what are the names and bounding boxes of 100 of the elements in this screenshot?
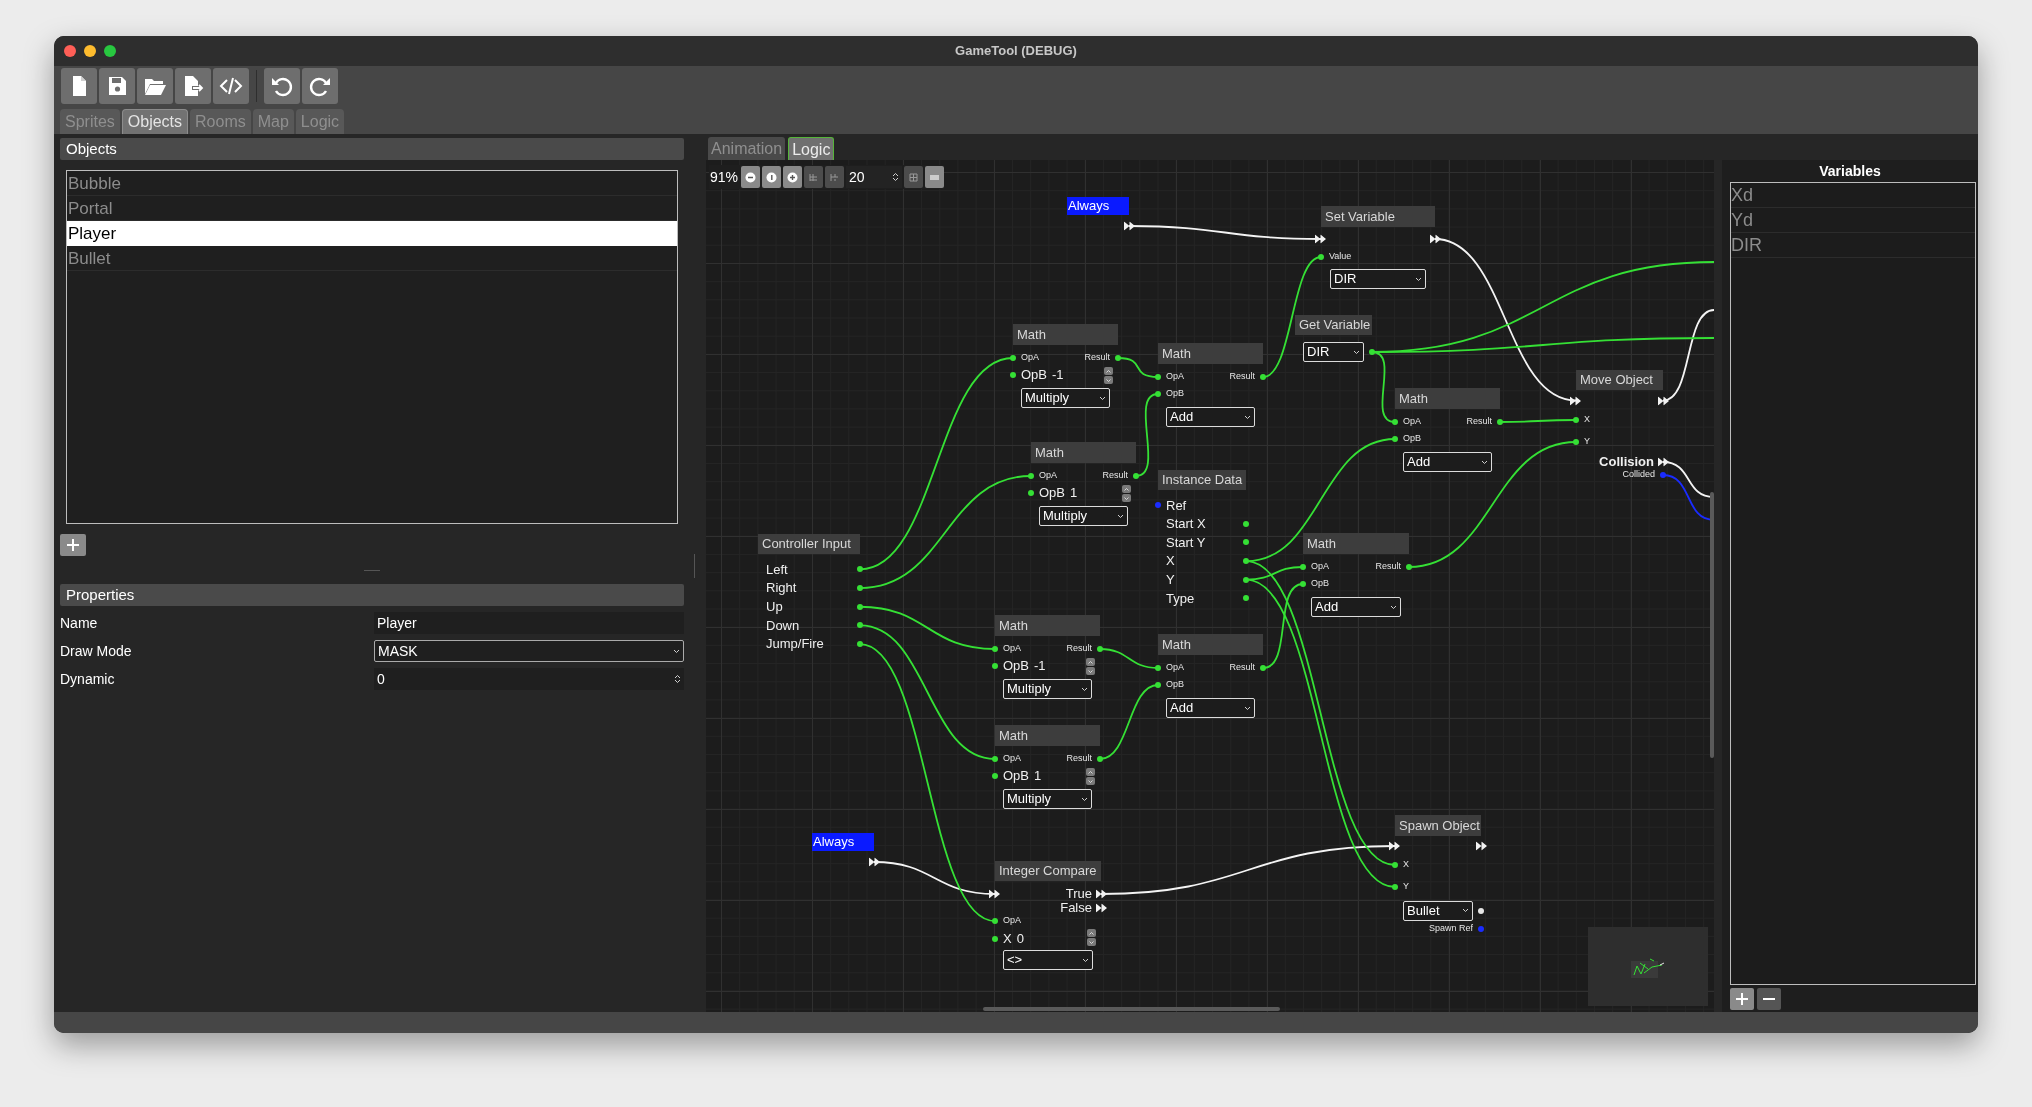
grid-button[interactable] bbox=[904, 166, 924, 188]
zoom-out-icon bbox=[745, 171, 757, 183]
exec-port-icon bbox=[869, 857, 880, 867]
plus-icon bbox=[66, 538, 80, 552]
dropdown[interactable]: Add bbox=[1311, 597, 1401, 617]
minimize-button[interactable] bbox=[84, 45, 96, 57]
exec-port-icon bbox=[1658, 396, 1669, 405]
stepper-down-button[interactable] bbox=[1086, 667, 1095, 675]
port-label: Result bbox=[1229, 661, 1255, 675]
snap-button[interactable] bbox=[825, 166, 845, 188]
node-graph-canvas[interactable] bbox=[706, 160, 1714, 1012]
grid-size-field[interactable]: 20 bbox=[846, 166, 903, 188]
list-item[interactable]: Xd bbox=[1731, 183, 1975, 208]
vertical-scrollbar[interactable] bbox=[1710, 492, 1714, 758]
maximize-button[interactable] bbox=[104, 45, 116, 57]
port-label: Result bbox=[1066, 642, 1092, 656]
node-title: Math bbox=[1031, 442, 1136, 463]
stepper-down-button[interactable] bbox=[1087, 938, 1096, 946]
port-label: Value bbox=[1329, 250, 1352, 264]
chevron-up-icon bbox=[1088, 770, 1093, 774]
dropdown[interactable]: <> bbox=[1003, 950, 1093, 970]
dropdown[interactable]: Multiply bbox=[1003, 789, 1092, 809]
node-title: Math bbox=[995, 615, 1100, 636]
code-button[interactable] bbox=[213, 68, 249, 104]
stepper-up-button[interactable] bbox=[1086, 658, 1095, 666]
splitter-handle[interactable] bbox=[364, 569, 380, 571]
dropdown[interactable]: Multiply bbox=[1039, 506, 1128, 526]
dropdown[interactable]: MASK bbox=[374, 640, 684, 662]
chevron-up-icon bbox=[1124, 487, 1129, 491]
port-label: Jump/Fire bbox=[766, 635, 824, 654]
export-button[interactable] bbox=[175, 68, 211, 104]
port-label: OpA bbox=[1021, 351, 1039, 365]
up-down-arrows-icon bbox=[892, 172, 900, 182]
tab[interactable]: Objects bbox=[121, 109, 189, 134]
stepper-up-button[interactable] bbox=[1104, 367, 1113, 375]
zoom-in-button[interactable] bbox=[783, 166, 803, 188]
list-item[interactable]: Yd bbox=[1731, 208, 1975, 233]
save-button[interactable] bbox=[99, 68, 135, 104]
port-label: Start Y bbox=[1166, 533, 1206, 552]
open-button[interactable] bbox=[137, 68, 173, 104]
stepper-down-button[interactable] bbox=[1104, 376, 1113, 384]
chevron-up-icon bbox=[1089, 931, 1094, 935]
node-title: Math bbox=[1158, 343, 1263, 364]
chevron-down-icon bbox=[1244, 414, 1251, 420]
node-title: Instance Data bbox=[1158, 470, 1246, 490]
node-title: Math bbox=[995, 725, 1100, 746]
splitter-handle[interactable] bbox=[694, 554, 695, 578]
zoom-out-button[interactable] bbox=[741, 166, 761, 188]
port-label: 0 bbox=[1016, 930, 1024, 949]
plus-icon bbox=[1735, 992, 1749, 1006]
port-label: Start X bbox=[1166, 515, 1206, 534]
exec-port-icon bbox=[1658, 457, 1669, 467]
list-item[interactable]: Player bbox=[67, 221, 677, 246]
list-item[interactable]: Bubble bbox=[67, 171, 677, 196]
dropdown[interactable]: Add bbox=[1166, 407, 1255, 427]
stepper-down-button[interactable] bbox=[1086, 777, 1095, 785]
tab[interactable]: Logic bbox=[788, 137, 835, 160]
stepper-up-button[interactable] bbox=[1087, 929, 1096, 937]
remove-button[interactable] bbox=[1757, 988, 1781, 1010]
undo-button[interactable] bbox=[264, 68, 300, 104]
port-label: OpB bbox=[1403, 432, 1421, 446]
chevron-down-icon bbox=[1353, 349, 1360, 355]
number-field[interactable]: 0 bbox=[374, 668, 684, 690]
stepper-up-button[interactable] bbox=[1122, 485, 1131, 493]
node-title: Controller Input bbox=[758, 534, 860, 554]
stepper-down-button[interactable] bbox=[1122, 494, 1131, 502]
dropdown[interactable]: Add bbox=[1166, 698, 1255, 718]
stepper-up-button[interactable] bbox=[1086, 768, 1095, 776]
dropdown[interactable]: Bullet bbox=[1403, 900, 1473, 921]
dropdown[interactable]: Multiply bbox=[1003, 679, 1092, 699]
chevron-down-icon bbox=[1099, 395, 1106, 401]
property-label: Name bbox=[60, 613, 99, 633]
chevron-down-icon bbox=[1081, 796, 1088, 802]
port-label: OpB bbox=[1166, 387, 1184, 401]
port-label: OpB bbox=[1039, 484, 1065, 503]
dropdown[interactable]: DIR bbox=[1330, 269, 1426, 289]
port-label: OpA bbox=[1039, 469, 1057, 483]
dropdown[interactable]: Multiply bbox=[1021, 388, 1110, 408]
node-title: Math bbox=[1395, 388, 1500, 409]
list-item[interactable]: Bullet bbox=[67, 246, 677, 271]
exec-port-icon bbox=[1096, 889, 1107, 899]
dropdown[interactable]: DIR bbox=[1303, 342, 1364, 362]
node-title: Spawn Object bbox=[1395, 815, 1481, 836]
node-title: Move Object bbox=[1576, 370, 1663, 390]
chevron-down-icon bbox=[1415, 276, 1422, 282]
redo-button[interactable] bbox=[302, 68, 338, 104]
chevron-down-icon bbox=[1088, 779, 1093, 783]
horizontal-scrollbar[interactable] bbox=[983, 1007, 1280, 1011]
add-button[interactable] bbox=[60, 534, 86, 556]
snap-button[interactable] bbox=[804, 166, 824, 188]
chevron-down-icon bbox=[1481, 459, 1488, 465]
zoom-reset-button[interactable] bbox=[762, 166, 782, 188]
text-field[interactable]: Player bbox=[374, 612, 684, 634]
property-label: Draw Mode bbox=[60, 641, 133, 661]
list-item[interactable]: DIR bbox=[1731, 233, 1975, 258]
panel-header: Properties bbox=[60, 584, 684, 606]
new-file-button[interactable] bbox=[61, 68, 97, 104]
close-button[interactable] bbox=[64, 45, 76, 57]
add-button[interactable] bbox=[1730, 988, 1754, 1010]
dropdown[interactable]: Add bbox=[1403, 452, 1492, 472]
